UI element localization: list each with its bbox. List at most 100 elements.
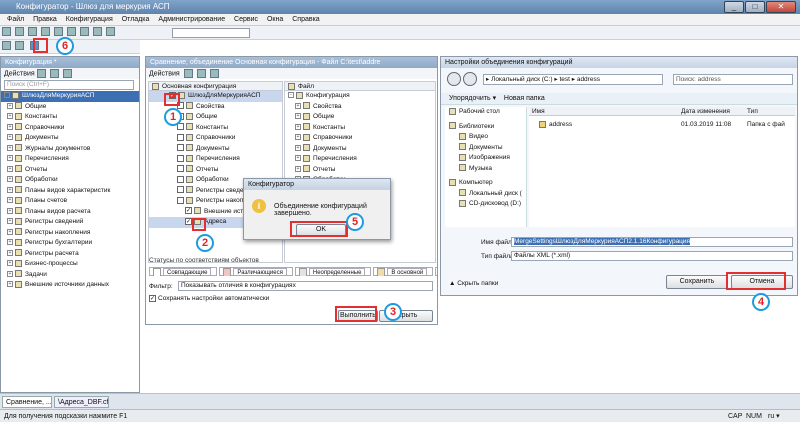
col-type[interactable]: Тип xyxy=(747,107,758,116)
add-icon[interactable] xyxy=(36,69,46,78)
tree-item[interactable]: + Задачи xyxy=(1,270,139,281)
find-icon[interactable] xyxy=(106,27,115,36)
expand-icon[interactable]: + xyxy=(7,218,13,225)
expand-icon[interactable]: + xyxy=(7,144,13,151)
file-tree-item[interactable]: + Справочники xyxy=(285,133,435,144)
expand-icon[interactable]: + xyxy=(7,281,13,288)
compare-settings-icon[interactable] xyxy=(209,69,219,78)
expand-icon[interactable]: + xyxy=(295,113,301,120)
maximize-button[interactable]: □ xyxy=(745,1,765,13)
expand-icon[interactable]: + xyxy=(295,123,301,130)
menu-file[interactable]: Файл xyxy=(7,16,24,23)
nav-item[interactable]: Видео xyxy=(445,132,526,143)
file-tree-item[interactable]: + Перечисления xyxy=(285,154,435,165)
nav-item[interactable]: Рабочий стол xyxy=(445,107,526,118)
menu-help[interactable]: Справка xyxy=(292,16,319,23)
compare-save-icon[interactable] xyxy=(196,69,206,78)
nav-item[interactable]: Изображения xyxy=(445,153,526,164)
folder-search-input[interactable]: Поиск: address xyxy=(673,74,793,85)
tree-item[interactable]: + Планы видов характеристик xyxy=(1,186,139,197)
main-item-checkbox[interactable] xyxy=(177,186,184,194)
main-item-checkbox[interactable]: ✓ xyxy=(185,217,192,225)
paste-icon[interactable] xyxy=(67,27,76,36)
copy-icon[interactable] xyxy=(54,27,63,36)
file-root-row[interactable]: - Конфигурация xyxy=(285,91,435,102)
expand-icon[interactable]: + xyxy=(7,228,13,235)
menu-windows[interactable]: Окна xyxy=(267,16,283,23)
config-open-icon[interactable] xyxy=(2,41,11,50)
back-icon[interactable] xyxy=(447,72,461,86)
expand-icon[interactable]: + xyxy=(295,155,301,162)
expand-icon[interactable]: + xyxy=(7,186,13,193)
expand-icon[interactable]: + xyxy=(7,239,13,246)
nav-item[interactable]: Музыка xyxy=(445,164,526,175)
status-lang[interactable]: ru ▾ xyxy=(768,410,780,423)
menu-debug[interactable]: Отладка xyxy=(122,16,150,23)
expand-icon[interactable]: + xyxy=(7,165,13,172)
main-tree-item[interactable]: Отчеты xyxy=(149,165,282,176)
close-button[interactable]: ✕ xyxy=(766,1,796,13)
tree-item[interactable]: + Константы xyxy=(1,112,139,123)
file-row[interactable]: address 01.03.2019 11:08 Папка с фай xyxy=(529,120,795,131)
undo-icon[interactable] xyxy=(80,27,89,36)
expand-icon[interactable]: + xyxy=(7,207,13,214)
save-settings-checkbox[interactable]: ✓ xyxy=(149,295,156,302)
file-tree-item[interactable]: + Отчеты xyxy=(285,165,435,176)
expand-icon[interactable]: + xyxy=(7,260,13,267)
menu-service[interactable]: Сервис xyxy=(234,16,258,23)
tree-search-input[interactable]: Поиск (Ctrl+F) xyxy=(4,80,134,90)
tree-item[interactable]: + Регистры расчета xyxy=(1,249,139,260)
filter-select[interactable]: Показывать отличия в конфигурациях xyxy=(178,281,433,291)
menu-administration[interactable]: Администрирование xyxy=(158,16,225,23)
filetype-select[interactable]: Файлы XML (*.xml) xyxy=(511,251,793,261)
tree-item[interactable]: + Общие xyxy=(1,102,139,113)
main-item-checkbox[interactable]: ✓ xyxy=(185,207,192,215)
tree-item[interactable]: + Планы видов расчета xyxy=(1,207,139,218)
main-item-checkbox[interactable] xyxy=(177,144,184,152)
path-segment-test[interactable]: test xyxy=(559,76,569,83)
expand-icon[interactable]: + xyxy=(295,102,301,109)
path-segment-address[interactable]: address xyxy=(577,76,600,83)
forward-icon[interactable] xyxy=(463,72,477,86)
save-settings-row[interactable]: ✓ Сохранять настройки автоматически xyxy=(149,295,269,302)
expand-icon[interactable]: + xyxy=(295,165,301,172)
main-item-checkbox[interactable] xyxy=(177,154,184,162)
tree-item[interactable]: + Внешние источники данных xyxy=(1,280,139,291)
redo-icon[interactable] xyxy=(93,27,102,36)
organize-button[interactable]: Упорядочить ▾ xyxy=(449,95,496,102)
file-tree-item[interactable]: + Константы xyxy=(285,123,435,134)
delete-icon[interactable] xyxy=(62,69,72,78)
tree-item[interactable]: + Журналы документов xyxy=(1,144,139,155)
file-tree-item[interactable]: + Документы xyxy=(285,144,435,155)
config-update-icon[interactable] xyxy=(15,41,24,50)
expand-icon[interactable]: + xyxy=(295,134,301,141)
cut-icon[interactable] xyxy=(41,27,50,36)
expand-icon[interactable]: + xyxy=(7,155,13,162)
tree-item[interactable]: + Документы xyxy=(1,133,139,144)
main-tree-item[interactable]: Справочники xyxy=(149,133,282,144)
expand-icon[interactable]: + xyxy=(7,134,13,141)
hide-folders-toggle[interactable]: ▲ Скрыть папки xyxy=(449,280,498,287)
nav-item[interactable]: CD-дисковод (D:) xyxy=(445,199,526,210)
compare-open-icon[interactable] xyxy=(183,69,193,78)
open-icon[interactable] xyxy=(15,27,24,36)
minimize-button[interactable]: _ xyxy=(724,1,744,13)
tree-item[interactable]: + Регистры бухгалтерии xyxy=(1,238,139,249)
tree-item[interactable]: + Планы счетов xyxy=(1,196,139,207)
tree-item[interactable]: + Справочники xyxy=(1,123,139,134)
expand-icon[interactable]: + xyxy=(7,176,13,183)
tree-item[interactable]: + Регистры сведений xyxy=(1,217,139,228)
nav-item[interactable]: Библиотеки xyxy=(445,122,526,133)
main-item-checkbox[interactable] xyxy=(177,196,184,204)
menu-configuration[interactable]: Конфигурация xyxy=(66,16,113,23)
nav-item[interactable]: Локальный диск ( xyxy=(445,189,526,200)
actions-menu[interactable]: Действия xyxy=(4,70,35,77)
path-segment-drive[interactable]: Локальный диск (C:) xyxy=(491,76,553,83)
main-item-checkbox[interactable] xyxy=(177,133,184,141)
main-tree-item[interactable]: Перечисления xyxy=(149,154,282,165)
menu-edit[interactable]: Правка xyxy=(33,16,57,23)
tab-addresses[interactable]: \Адреса_DBF.cf xyxy=(54,396,109,408)
save-icon[interactable] xyxy=(28,27,37,36)
tree-item[interactable]: + Перечисления xyxy=(1,154,139,165)
tab-compare[interactable]: Сравнение, ... xyxy=(2,396,52,408)
